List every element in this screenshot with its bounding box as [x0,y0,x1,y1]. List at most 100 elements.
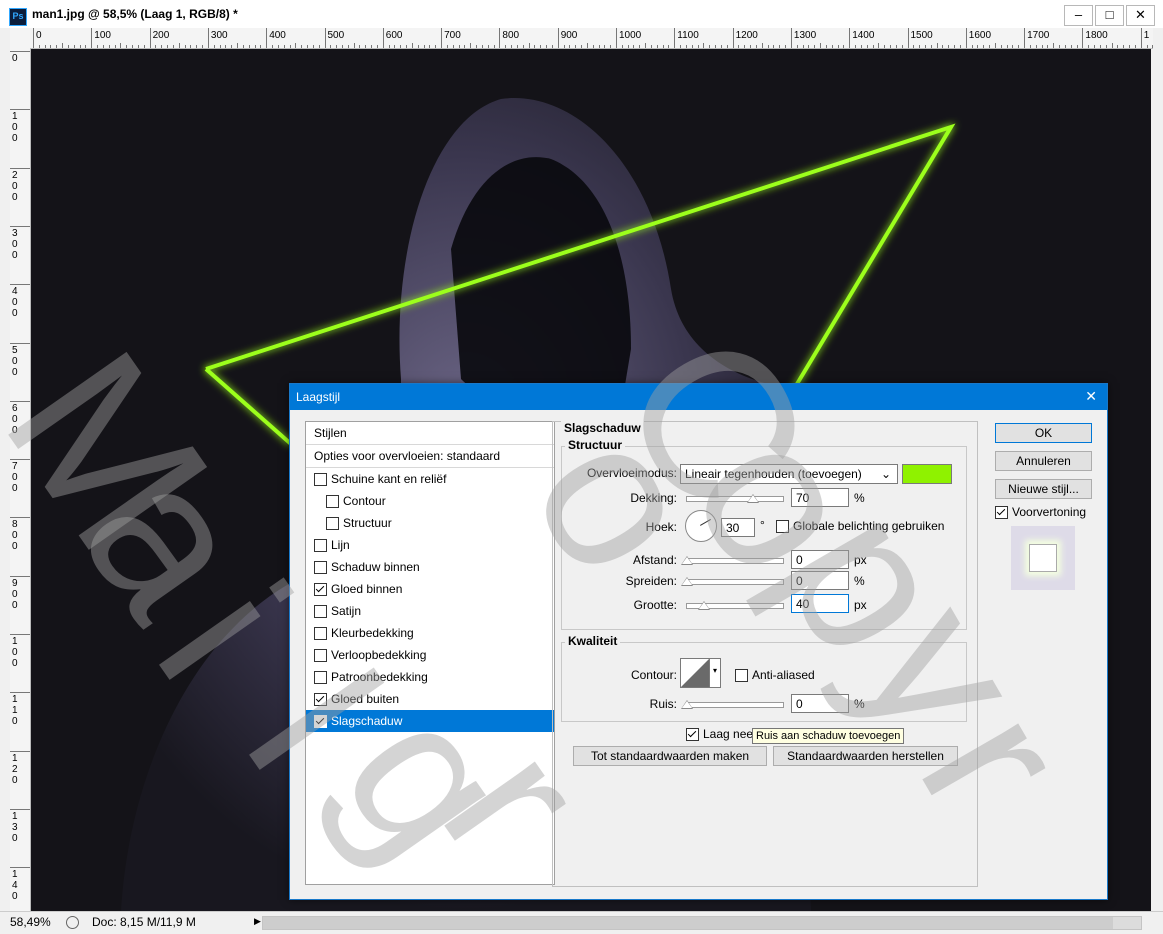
blending-options-label: Opties voor overvloeien: standaard [314,449,501,463]
ruler-minor-tick [388,45,390,48]
anti-aliased-checkbox[interactable]: Anti-aliased [735,668,815,683]
style-item-structuur[interactable]: Structuur [306,512,554,534]
style-checkbox[interactable] [314,561,327,575]
style-item-contour[interactable]: Contour [306,490,554,512]
distance-slider[interactable] [686,558,784,564]
ruler-major-tick [91,28,93,48]
ruler-minor-tick [73,45,75,48]
angle-input[interactable]: 30 [721,518,755,537]
ruler-major-tick [10,575,30,577]
opacity-unit: % [854,491,865,505]
size-slider-thumb[interactable] [698,601,710,610]
style-item-kleurbedekking[interactable]: Kleurbedekking [306,622,554,644]
style-item-slagschaduw[interactable]: Slagschaduw [306,710,554,732]
ruler-major-tick [10,109,30,111]
global-light-checkbox[interactable]: Globale belichting gebruiken [776,519,944,534]
style-checkbox[interactable] [314,649,327,663]
new-style-button[interactable]: Nieuwe stijl... [995,479,1092,499]
opacity-slider[interactable] [686,496,784,502]
ruler-major-tick [965,28,967,48]
style-item-satijn[interactable]: Satijn [306,600,554,622]
styles-header[interactable]: Stijlen [306,422,554,445]
ruler-left-label: 1 1 0 [12,694,18,728]
horizontal-scrollbar[interactable] [262,916,1142,930]
opacity-slider-thumb[interactable] [747,494,760,503]
style-checkbox[interactable] [314,671,327,685]
ruler-major-tick [33,28,34,48]
opacity-input[interactable]: 70 [791,488,849,507]
anti-aliased-checkbox-box[interactable] [735,669,748,683]
style-checkbox[interactable] [326,495,339,509]
style-item-gloed-binnen[interactable]: Gloed binnen [306,578,554,600]
maximize-button[interactable]: □ [1095,5,1124,26]
layer-style-dialog: Laagstijl ✕ Stijlen Opties voor overvloe… [289,383,1108,900]
preview-checkbox[interactable]: Voorvertoning [995,505,1086,520]
ruler-minor-tick [1035,45,1037,48]
ruler-minor-tick [277,45,279,48]
style-checkbox[interactable] [326,517,339,531]
style-item-schuine-kant-en-reli-f[interactable]: Schuine kant en reliëf [306,468,554,490]
distance-input[interactable]: 0 [791,550,849,569]
style-checkbox[interactable] [314,605,327,619]
dialog-close-icon[interactable]: ✕ [1085,388,1097,405]
style-item-lijn[interactable]: Lijn [306,534,554,556]
ruler-minor-tick [872,45,874,48]
style-checkbox[interactable] [314,693,327,707]
style-item-label: Verloopbedekking [314,644,426,666]
style-item-verloopbedekking[interactable]: Verloopbedekking [306,644,554,666]
vertical-ruler[interactable]: 0 1 0 0 2 0 0 3 0 0 4 0 0 5 0 0 6 0 0 7 0 0 8 0 … [10,48,31,911]
noise-slider-thumb[interactable] [681,700,693,709]
spread-slider[interactable] [686,579,784,585]
ruler-minor-tick [977,45,979,48]
angle-dial[interactable] [685,510,717,542]
style-checkbox[interactable] [314,627,327,641]
noise-slider[interactable] [686,702,784,708]
make-default-button[interactable]: Tot standaardwaarden maken [573,746,767,766]
ruler-minor-tick [936,43,938,48]
minimize-button[interactable]: – [1064,5,1093,26]
ruler-corner[interactable] [10,28,31,49]
ruler-minor-tick [155,45,157,48]
style-item-patroonbedekking[interactable]: Patroonbedekking [306,666,554,688]
spread-unit: % [854,574,865,588]
shadow-color-swatch[interactable] [902,464,952,484]
style-checkbox[interactable] [314,715,327,729]
reset-default-button[interactable]: Standaardwaarden herstellen [773,746,958,766]
horizontal-scrollbar-thumb[interactable] [263,917,1113,929]
contour-dropdown-arrow-icon[interactable]: ▾ [709,658,721,688]
zoom-level[interactable]: 58,49% [10,915,51,929]
style-checkbox[interactable] [314,583,327,597]
close-button[interactable]: ✕ [1126,5,1155,26]
status-menu-arrow-icon[interactable]: ▶ [254,916,261,927]
style-checkbox[interactable] [314,473,327,487]
styles-header-label: Stijlen [314,426,347,440]
ok-button[interactable]: OK [995,423,1092,443]
ruler-minor-tick [697,45,699,48]
global-light-checkbox-box[interactable] [776,520,789,534]
ruler-minor-tick [161,45,163,48]
style-label-text: Lijn [331,538,350,552]
preview-checkbox-box[interactable] [995,506,1008,520]
size-input[interactable]: 40 [791,594,849,613]
ruler-minor-tick [919,45,921,48]
ruler-minor-tick [97,45,99,48]
noise-input[interactable]: 0 [791,694,849,713]
blend-mode-select[interactable]: Lineair tegenhouden (toevoegen) ⌄ [680,464,898,484]
style-item-gloed-buiten[interactable]: Gloed buiten [306,688,554,710]
style-item-schaduw-binnen[interactable]: Schaduw binnen [306,556,554,578]
style-checkbox[interactable] [314,539,327,553]
blending-options-item[interactable]: Opties voor overvloeien: standaard [306,445,554,468]
photoshop-logo-icon: Ps [9,8,27,26]
distance-slider-thumb[interactable] [681,556,693,565]
cancel-button[interactable]: Annuleren [995,451,1092,471]
spread-slider-thumb[interactable] [681,577,693,586]
vertical-scrollbar[interactable] [1153,28,1163,911]
ruler-minor-tick [522,45,524,48]
horizontal-ruler[interactable]: 0 100 200 300 400 500 600 700 800 900 1000 1100 1200… [30,28,1153,49]
contour-picker[interactable] [680,658,710,688]
ruler-minor-tick [446,45,448,48]
layer-knocks-out-checkbox-box[interactable] [686,728,699,742]
spread-input[interactable]: 0 [791,571,849,590]
ruler-minor-tick [452,45,454,48]
ruler-minor-tick [289,45,291,48]
